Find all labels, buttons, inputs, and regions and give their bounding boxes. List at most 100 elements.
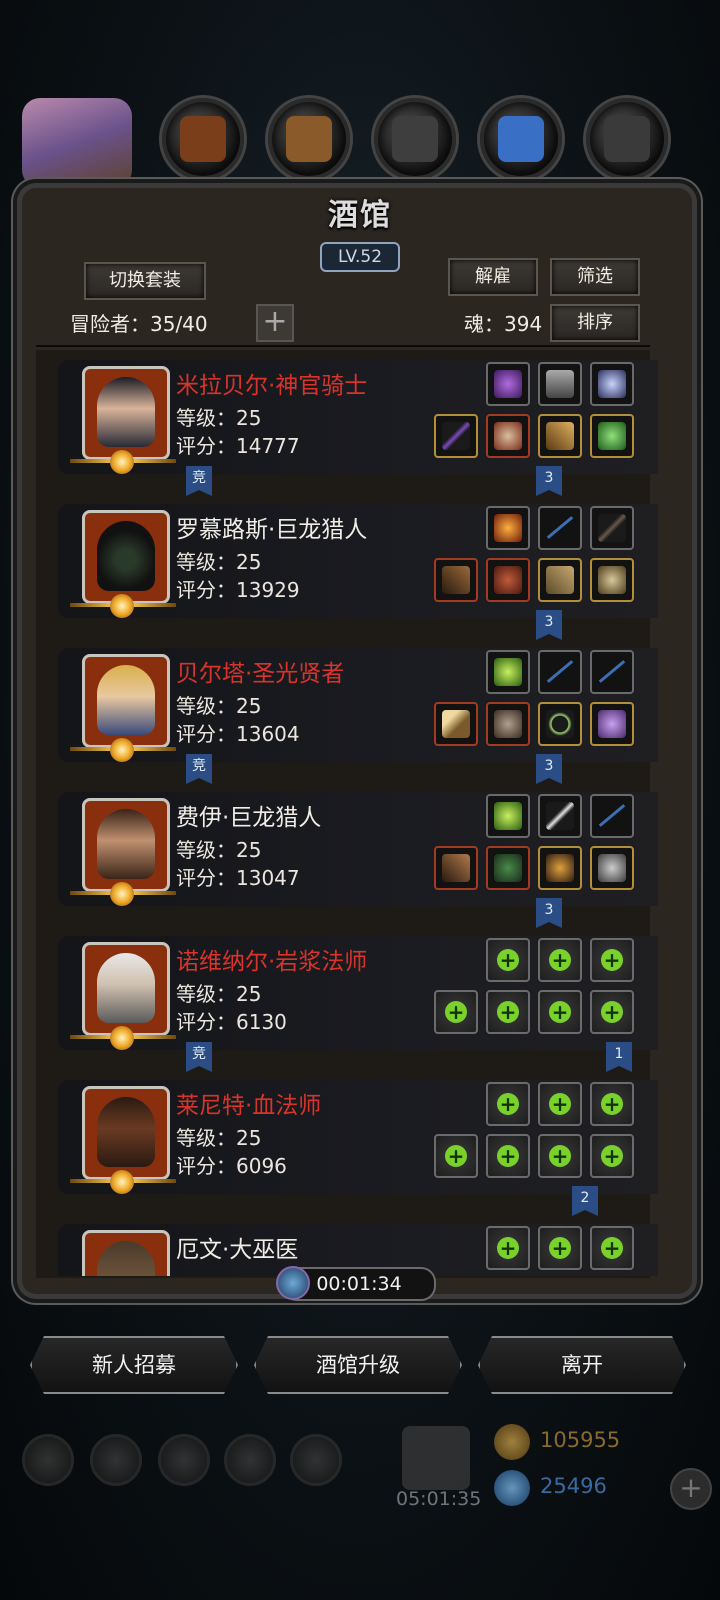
soul-count: 魂：394: [464, 312, 543, 336]
add-currency-button[interactable]: +: [670, 1468, 712, 1510]
dismiss-button[interactable]: 解雇: [448, 258, 538, 296]
shop-icon[interactable]: [158, 1434, 210, 1486]
add-icon: +: [549, 949, 571, 971]
add-icon: +: [497, 1093, 519, 1115]
gear-slot-armor[interactable]: [486, 846, 530, 890]
gear-slot-spider-charm[interactable]: [538, 846, 582, 890]
empty-gear-slot[interactable]: +: [486, 1134, 530, 1178]
gift-timer: 05:01:35: [396, 1488, 482, 1510]
gear-slot-quiver[interactable]: [590, 506, 634, 550]
tavern-level-badge: LV.52: [320, 242, 400, 272]
gear-slot-green-crystal[interactable]: [486, 794, 530, 838]
empty-gear-slot[interactable]: +: [486, 938, 530, 982]
hero-portrait[interactable]: [82, 1086, 170, 1180]
gift-icon[interactable]: [402, 1426, 470, 1490]
gear-slot-armor[interactable]: [486, 558, 530, 602]
empty-gear-slot[interactable]: +: [590, 990, 634, 1034]
gear-slot-feather[interactable]: [538, 794, 582, 838]
hero-rank-emblem: [70, 738, 176, 762]
empty-gear-slot[interactable]: +: [538, 990, 582, 1034]
hero-score: 评分：13604: [176, 722, 300, 746]
hero-row[interactable]: 诺维纳尔·岩浆法师 等级：25 评分：6130 + + + + + + + 竞 …: [58, 930, 658, 1074]
hero-row[interactable]: 米拉贝尔·神官骑士 等级：25 评分：14777 竞 3: [58, 354, 658, 498]
gear-slot-staff[interactable]: [434, 414, 478, 458]
gear-slot-shield[interactable]: [590, 558, 634, 602]
gear-slot-lantern[interactable]: [590, 362, 634, 406]
hero-row[interactable]: 罗慕路斯·巨龙猎人 等级：25 评分：13929 3: [58, 498, 658, 642]
gear-slot-empty-line[interactable]: [590, 650, 634, 694]
gear-slot-empty-line[interactable]: [538, 650, 582, 694]
empty-gear-slot[interactable]: +: [538, 1226, 582, 1270]
guild-icon[interactable]: [290, 1434, 342, 1486]
gear-slot-empty-line[interactable]: [590, 794, 634, 838]
empty-gear-slot[interactable]: +: [434, 1134, 478, 1178]
empty-gear-slot[interactable]: +: [486, 990, 530, 1034]
hero-name: 贝尔塔·圣光贤者: [176, 661, 345, 687]
add-icon: +: [549, 1237, 571, 1259]
empty-gear-slot[interactable]: +: [590, 1226, 634, 1270]
leave-button[interactable]: 离开: [478, 1336, 686, 1394]
empty-gear-slot[interactable]: +: [590, 1134, 634, 1178]
hero-list[interactable]: 米拉贝尔·神官骑士 等级：25 评分：14777 竞 3 罗慕路斯·巨龙猎人 等…: [58, 354, 658, 1276]
gear-slot-fire-orb[interactable]: [486, 506, 530, 550]
empty-gear-slot[interactable]: +: [590, 938, 634, 982]
stone-icon[interactable]: [374, 98, 456, 180]
gear-slot-ring[interactable]: [590, 414, 634, 458]
tavern-upgrade-button[interactable]: 酒馆升级: [254, 1336, 462, 1394]
empty-gear-slot[interactable]: +: [486, 1082, 530, 1126]
add-icon: +: [601, 1145, 623, 1167]
empty-gear-slot[interactable]: +: [590, 1082, 634, 1126]
add-icon: +: [601, 1093, 623, 1115]
hero-row[interactable]: 费伊·巨龙猎人 等级：25 评分：13047 3: [58, 786, 658, 930]
hero-portrait[interactable]: [82, 798, 170, 892]
hero-row[interactable]: 莱尼特·血法师 等级：25 评分：6096 + + + + + + + 2: [58, 1074, 658, 1218]
filter-button[interactable]: 筛选: [550, 258, 640, 296]
gear-slot-necklace[interactable]: [538, 702, 582, 746]
hero-portrait[interactable]: [82, 942, 170, 1036]
sort-button[interactable]: 排序: [550, 304, 640, 342]
bread-icon[interactable]: [162, 98, 244, 180]
gem-amount: 25496: [540, 1474, 607, 1498]
add-icon: +: [549, 1145, 571, 1167]
gear-slot-robe[interactable]: [486, 702, 530, 746]
hero-portrait[interactable]: [82, 654, 170, 748]
gear-slot-empty-line[interactable]: [538, 506, 582, 550]
hero-rank-emblem: [70, 594, 176, 618]
switch-outfit-button[interactable]: 切换套装: [84, 262, 206, 300]
empty-gear-slot[interactable]: +: [486, 1226, 530, 1270]
recruit-button[interactable]: 新人招募: [30, 1336, 238, 1394]
hero-row[interactable]: 贝尔塔·圣光贤者 等级：25 评分：13604 竞 3: [58, 642, 658, 786]
hero-portrait[interactable]: [82, 366, 170, 460]
add-icon: +: [497, 949, 519, 971]
empty-gear-slot[interactable]: +: [538, 1134, 582, 1178]
add-adventurer-slot-button[interactable]: +: [256, 304, 294, 342]
hero-score: 评分：6130: [176, 1010, 287, 1034]
gear-slot-potion[interactable]: [538, 362, 582, 406]
settings-icon[interactable]: [22, 1434, 74, 1486]
empty-gear-slot[interactable]: +: [538, 1082, 582, 1126]
hero-portrait[interactable]: [82, 1230, 170, 1276]
empty-gear-slot[interactable]: +: [538, 938, 582, 982]
gear-slot-bracelet[interactable]: [590, 846, 634, 890]
gear-slot-green-crystal[interactable]: [486, 650, 530, 694]
gear-slot-hammer[interactable]: [434, 702, 478, 746]
gear-slot-orb[interactable]: [486, 362, 530, 406]
gear-slot-amulet[interactable]: [590, 702, 634, 746]
metal-icon[interactable]: [586, 98, 668, 180]
event-icon[interactable]: [22, 98, 132, 188]
hero-portrait[interactable]: [82, 510, 170, 604]
gear-slot-crossbow[interactable]: [434, 558, 478, 602]
star-tag: 1: [606, 1042, 632, 1072]
gear-slot-bracer[interactable]: [538, 414, 582, 458]
empty-gear-slot[interactable]: +: [434, 990, 478, 1034]
mail-icon[interactable]: [224, 1434, 276, 1486]
hero-level: 等级：25: [176, 838, 262, 862]
wood-icon[interactable]: [268, 98, 350, 180]
gear-slot-armor[interactable]: [486, 414, 530, 458]
hero-level: 等级：25: [176, 550, 262, 574]
gear-slot-gauntlet[interactable]: [538, 558, 582, 602]
achievement-icon[interactable]: [90, 1434, 142, 1486]
crystal-icon[interactable]: [480, 98, 562, 180]
gear-slot-crossbow[interactable]: [434, 846, 478, 890]
arena-tag: 竞: [186, 466, 212, 496]
